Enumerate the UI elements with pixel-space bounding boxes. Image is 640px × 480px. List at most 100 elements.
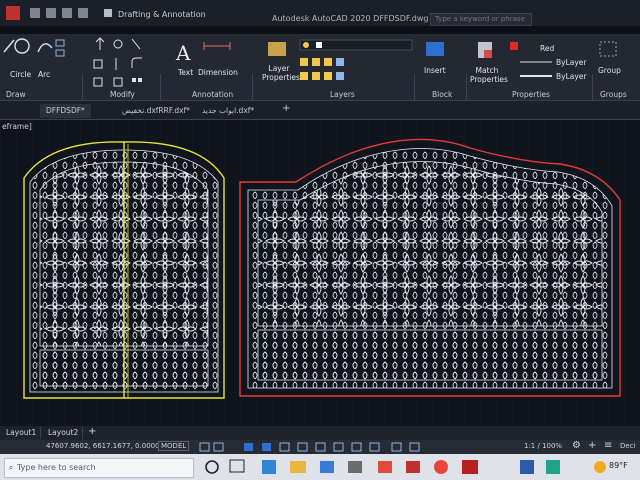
otrack-icon [297, 442, 308, 452]
word-icon [520, 460, 534, 474]
match-properties-icon [478, 42, 492, 58]
weather-sun-icon [594, 461, 606, 473]
color-value[interactable]: Red [540, 44, 554, 53]
document-tabs: DFFDSDF* تخفيض.dxfRRF.dxf* ابواب جديد.dx… [0, 101, 640, 120]
insert-icon [426, 42, 444, 56]
group-button[interactable]: Group [598, 66, 621, 75]
menu-icon[interactable]: ≡ [604, 440, 612, 451]
temperature: 89°F [609, 461, 628, 470]
units-value[interactable]: Deci [620, 442, 636, 450]
add-layout-plus-icon[interactable]: + [88, 426, 96, 437]
file-explorer-icon [290, 461, 306, 473]
line-tool-icon [3, 39, 15, 53]
start-circle-icon [205, 460, 219, 474]
scale-icon [113, 77, 123, 87]
circle-tool-label[interactable]: Circle [10, 70, 31, 79]
dimension-icon [203, 42, 231, 50]
workspace-selector[interactable]: Drafting & Annotation [118, 10, 206, 19]
svg-text:A: A [175, 41, 191, 65]
annotation-panel-label[interactable]: Annotation [192, 90, 233, 99]
settings-gear-icon[interactable]: ⚙ [572, 440, 581, 451]
linetype-value[interactable]: ByLayer [556, 58, 587, 67]
insert-button[interactable]: Insert [424, 66, 446, 75]
new-tab-plus-icon[interactable]: + [282, 103, 290, 114]
redo-icon [78, 8, 88, 18]
task-view-icon [229, 459, 245, 473]
chrome-icon [434, 460, 448, 474]
app-title: Autodesk AutoCAD 2020 DFFDSDF.dwg [272, 14, 429, 23]
tab-layout2[interactable]: Layout2 [44, 427, 84, 439]
windows-taskbar: ⌕ Type here to search 89°F [0, 454, 640, 480]
circle-tool-icon [14, 38, 30, 54]
stretch-icon [93, 77, 103, 87]
arc-tool-label[interactable]: Arc [38, 70, 50, 79]
open-icon [30, 8, 40, 18]
layer-properties-icon [268, 42, 286, 56]
drawing-canvas[interactable] [0, 120, 640, 426]
transparency-icon [333, 442, 344, 452]
status-toggle-icons[interactable] [196, 440, 496, 454]
draw-panel-label[interactable]: Draw [6, 90, 26, 99]
layers-panel-label[interactable]: Layers [330, 90, 355, 99]
arc-tool-icon [37, 43, 53, 53]
status-bar: 47607.9602, 6617.1677, 0.0000 MODEL 1:1 … [0, 440, 640, 454]
modify-panel-label[interactable]: Modify [110, 90, 135, 99]
layout-tabs: Layout1 Layout2 + [0, 426, 640, 440]
layer-tools-icons [300, 58, 344, 80]
tab-layout1[interactable]: Layout1 [2, 427, 42, 439]
rotate-icon [113, 39, 123, 49]
lineweight-value[interactable]: ByLayer [556, 72, 587, 81]
snap-icon [213, 442, 224, 452]
3d-osnap-icon [369, 442, 380, 452]
autocad-logo-icon [6, 6, 20, 20]
layer-properties-button[interactable]: Layer Properties [262, 64, 300, 82]
osnap-icon [279, 442, 290, 452]
left-gate [23, 141, 225, 399]
trim-icon [131, 38, 141, 50]
doc-tab-2[interactable]: تخفيض.dxfRRF.dxf* [116, 104, 196, 118]
store-icon [348, 461, 362, 473]
autocad-taskbar-icon [462, 460, 478, 474]
polar-icon [262, 443, 271, 451]
text-tool-label[interactable]: Text [178, 68, 193, 77]
properties-panel-label[interactable]: Properties [512, 90, 550, 99]
pdf-icon [406, 461, 420, 473]
block-panel-label[interactable]: Block [432, 90, 452, 99]
annotation-scale-icon [409, 442, 420, 452]
taskbar-app-icons[interactable] [0, 454, 640, 480]
model-space-button[interactable]: MODEL [158, 441, 190, 451]
plus-icon[interactable]: + [588, 440, 596, 451]
mail-icon [320, 461, 334, 473]
move-icon [95, 37, 105, 50]
doc-tab-3[interactable]: ابواب جديد.dxf* [196, 104, 260, 118]
title-bar: Drafting & Annotation Autodesk AutoCAD 2… [0, 0, 640, 26]
ortho-icon [244, 443, 253, 451]
polyline-icon [55, 39, 65, 47]
viewport-label[interactable]: eframe] [2, 122, 32, 131]
annotation-scale-value[interactable]: 1:1 / 100% [524, 442, 562, 450]
coordinate-readout: 47607.9602, 6617.1677, 0.0000 [46, 442, 160, 450]
app2-icon [546, 460, 560, 474]
gate-drawing [0, 120, 640, 426]
selection-cycling-icon [351, 442, 362, 452]
groups-panel-label[interactable]: Groups [600, 90, 627, 99]
fillet-icon [131, 57, 142, 68]
save-icon [46, 8, 56, 18]
red-color-swatch [510, 42, 518, 50]
array-icon [132, 78, 142, 82]
group-icon [599, 41, 617, 57]
copy-icon [93, 59, 103, 69]
grid-icon [199, 442, 210, 452]
annotation-visibility-icon [391, 442, 402, 452]
match-properties-button[interactable]: Match Properties [470, 66, 508, 84]
edge-icon [262, 460, 276, 474]
gear-icon [104, 9, 112, 17]
doc-tab-1[interactable]: DFFDSDF* [40, 104, 91, 118]
lineweight-icon [315, 442, 326, 452]
text-icon: A [175, 41, 191, 65]
keyword-search-input[interactable]: Type a keyword or phrase [430, 13, 532, 26]
dimension-tool-label[interactable]: Dimension [198, 68, 238, 77]
undo-icon [62, 8, 72, 18]
rectangle-icon [55, 49, 65, 57]
app-icon [378, 461, 392, 473]
